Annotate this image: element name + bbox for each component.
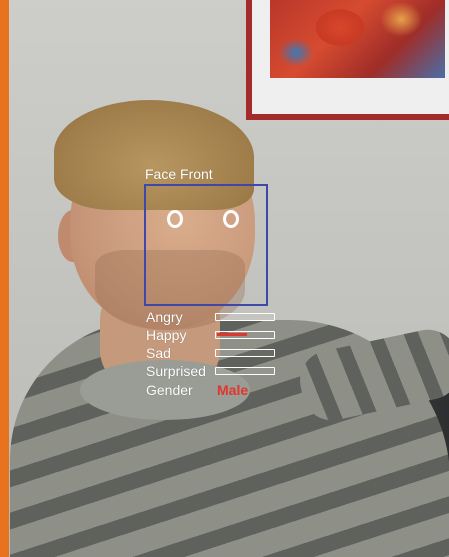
emotion-label: Surprised [146,363,206,379]
emotion-meter [215,367,275,375]
emotion-meter [215,331,275,339]
emotion-meter-fill [217,333,248,336]
emotion-label: Angry [146,309,183,325]
face-pose-label: Face Front [145,166,213,182]
gender-row: Gender Male [146,382,286,400]
right-eye-marker-icon [223,210,239,228]
emotion-label: Happy [146,327,187,343]
emotion-label: Sad [146,345,171,361]
emotion-row-surprised: Surprised [146,363,286,381]
emotion-row-happy: Happy [146,327,286,345]
emotion-row-sad: Sad [146,345,286,363]
left-eye-marker-icon [167,210,183,228]
emotion-meter [215,349,275,357]
gender-label: Gender [146,382,193,398]
emotion-meter [215,313,275,321]
gender-value: Male [217,382,249,398]
face-detection-box [144,184,268,306]
face-analysis-overlay: Face Front Angry Happy Sad Surprised Gen… [0,0,449,557]
emotion-row-angry: Angry [146,309,286,327]
